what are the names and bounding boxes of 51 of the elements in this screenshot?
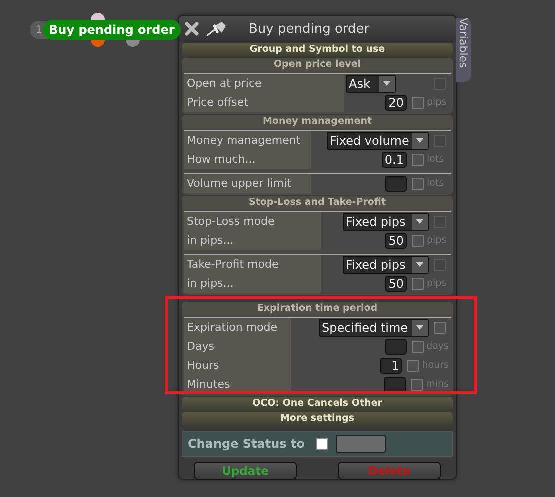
field-label: Expiration mode bbox=[184, 318, 291, 337]
field-label: Price offset bbox=[184, 93, 344, 112]
field-label: Days bbox=[184, 337, 291, 356]
number-field[interactable]: 50 bbox=[385, 276, 407, 292]
dropdown[interactable]: Specified time bbox=[319, 318, 429, 336]
field-label: in pips... bbox=[184, 231, 321, 250]
checkbox[interactable] bbox=[412, 178, 424, 190]
checkbox[interactable] bbox=[412, 154, 424, 166]
caret-icon[interactable] bbox=[416, 138, 424, 143]
checkbox[interactable] bbox=[412, 96, 424, 108]
checkbox[interactable] bbox=[412, 278, 424, 290]
close-icon[interactable] bbox=[184, 21, 200, 37]
number-field[interactable]: 1 bbox=[380, 358, 402, 374]
caret-icon[interactable] bbox=[416, 325, 424, 330]
checkbox[interactable] bbox=[316, 438, 328, 450]
field-label: How much... bbox=[184, 150, 311, 169]
group-header[interactable]: Money management bbox=[182, 115, 453, 128]
caret-icon[interactable] bbox=[416, 262, 424, 267]
caret-icon[interactable] bbox=[416, 219, 424, 224]
group-header[interactable]: Open price level bbox=[182, 58, 453, 71]
window-title: Buy pending order bbox=[249, 22, 370, 36]
group-header[interactable]: OCO: One Cancels Other bbox=[182, 397, 453, 411]
field-label: Volume upper limit bbox=[184, 174, 311, 193]
field-label: in pips... bbox=[184, 274, 321, 293]
number-field[interactable]: 20 bbox=[385, 94, 407, 110]
number-field[interactable]: 0.1 bbox=[382, 152, 407, 168]
node-number: 1 bbox=[36, 24, 42, 36]
status-label: Change Status to bbox=[188, 437, 305, 451]
checkbox[interactable] bbox=[407, 360, 420, 372]
group-header[interactable]: Group and Symbol to use bbox=[182, 43, 453, 57]
caret-icon[interactable] bbox=[383, 81, 391, 86]
group-header[interactable]: Stop-Loss and Take-Profit bbox=[182, 196, 453, 209]
field-label: Money management bbox=[184, 131, 311, 150]
variables-tab[interactable]: Variables bbox=[456, 18, 471, 82]
field-label: Hours bbox=[184, 356, 291, 375]
number-field[interactable]: 50 bbox=[385, 232, 407, 248]
checkbox[interactable] bbox=[412, 340, 424, 352]
status-field[interactable] bbox=[336, 435, 386, 453]
number-field[interactable] bbox=[384, 338, 407, 354]
checkbox[interactable] bbox=[411, 378, 424, 390]
number-field[interactable] bbox=[385, 176, 407, 192]
field-label: Stop-Loss mode bbox=[184, 212, 321, 231]
node-label[interactable]: Buy pending order bbox=[43, 20, 181, 40]
pin-icon[interactable] bbox=[205, 21, 227, 37]
checkbox[interactable] bbox=[434, 322, 446, 334]
field-label: Open at price bbox=[184, 74, 344, 93]
group-header[interactable]: More settings bbox=[182, 412, 453, 426]
group-header[interactable]: Expiration time period bbox=[182, 302, 453, 315]
number-field[interactable] bbox=[384, 376, 406, 392]
field-label: Take-Profit mode bbox=[184, 255, 321, 274]
checkbox[interactable] bbox=[412, 234, 424, 246]
